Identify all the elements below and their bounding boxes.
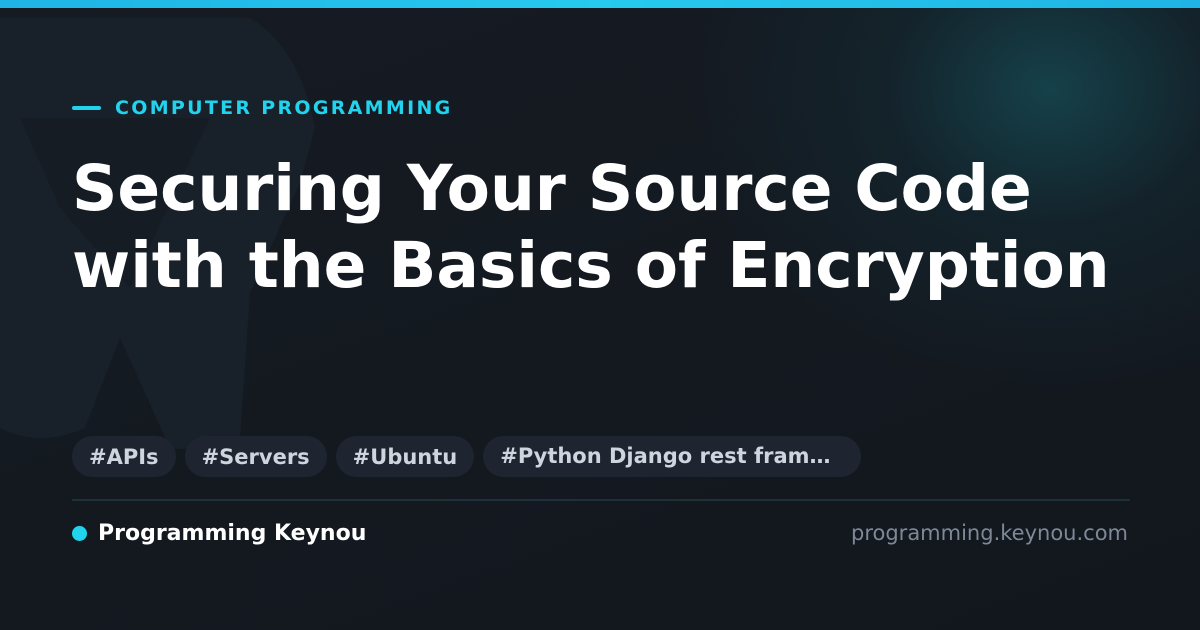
brand: Programming Keynou [72,518,366,548]
tag-chip[interactable]: #APIs [72,436,176,477]
top-accent-bar [0,0,1200,8]
footer-divider [72,499,1130,501]
accent-dash-icon [72,106,101,110]
tag-chip[interactable]: #Servers [184,436,327,477]
tag-chip[interactable]: #Ubuntu [335,436,475,477]
tag-chip[interactable]: #Python Django rest framework [483,436,862,477]
category-label: COMPUTER PROGRAMMING [115,97,453,119]
category-eyebrow: COMPUTER PROGRAMMING [72,96,453,120]
article-title: Securing Your Source Code with the Basic… [72,152,1110,302]
brand-dot-icon [72,525,87,541]
site-url[interactable]: programming.keynou.com [851,518,1128,548]
social-card: COMPUTER PROGRAMMING Securing Your Sourc… [0,0,1200,630]
brand-name: Programming Keynou [98,520,367,546]
tag-list: #APIs #Servers #Ubuntu #Python Django re… [72,436,862,477]
